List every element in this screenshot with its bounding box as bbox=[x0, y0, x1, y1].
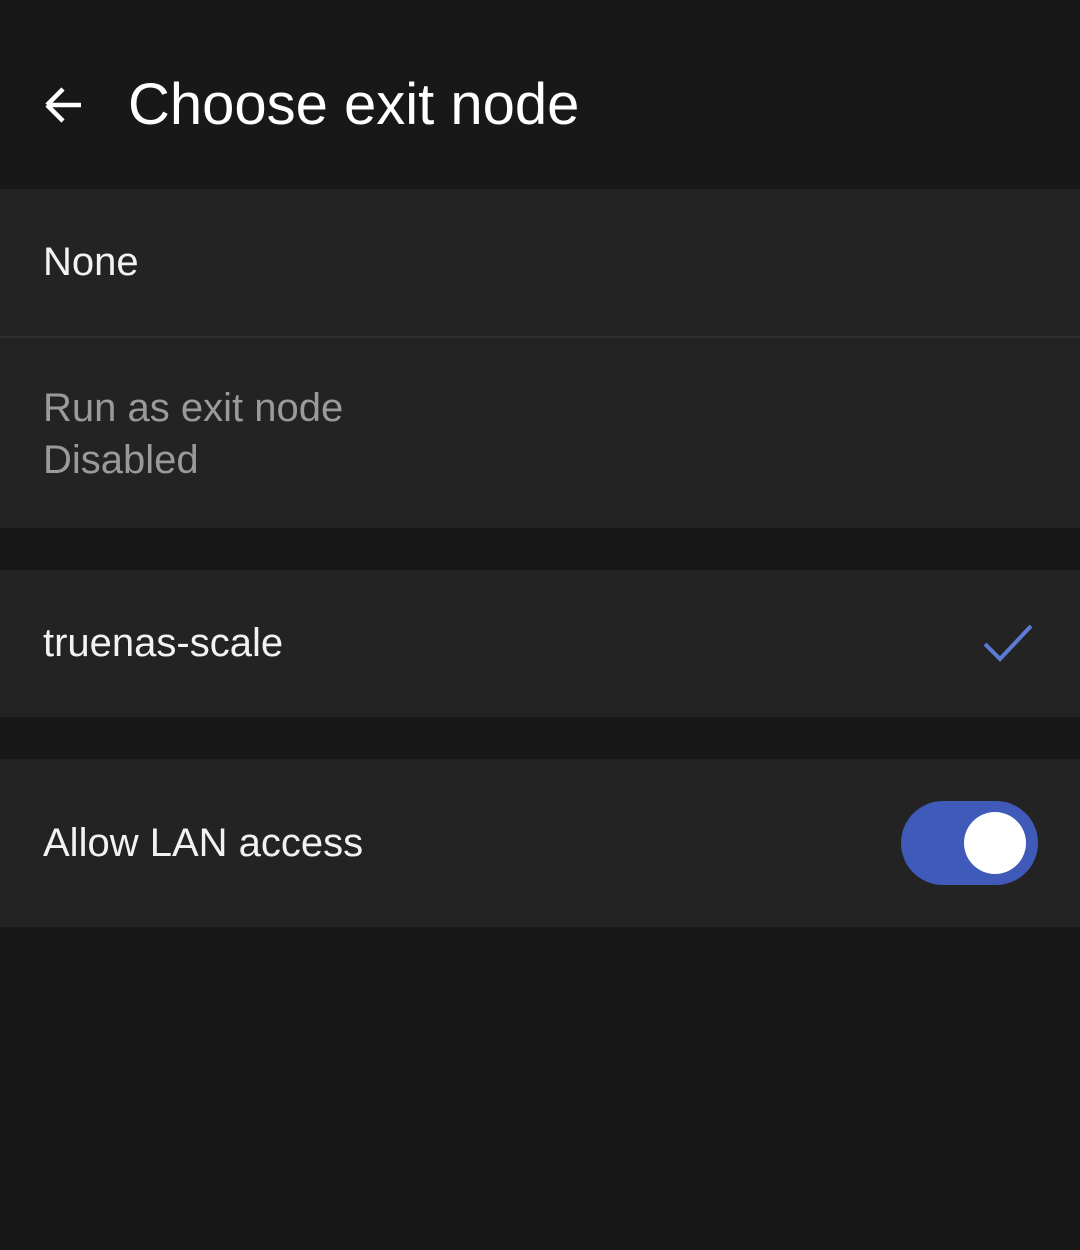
run-as-exit-node-label: Run as exit node bbox=[43, 386, 344, 430]
checkmark-icon bbox=[982, 620, 1034, 668]
toggle-thumb bbox=[964, 812, 1026, 874]
option-run-as-exit-node: Run as exit node Disabled bbox=[0, 338, 1080, 528]
back-button[interactable] bbox=[28, 70, 98, 140]
exit-node-label: truenas-scale bbox=[43, 621, 284, 665]
option-none-label: None bbox=[43, 240, 139, 284]
option-none[interactable]: None bbox=[0, 189, 1080, 336]
app-root: Choose exit node None Run as exit node D… bbox=[0, 0, 1080, 1250]
top-app-bar: Choose exit node bbox=[0, 0, 1080, 188]
allow-lan-access-toggle[interactable] bbox=[901, 801, 1038, 885]
exit-node-item[interactable]: truenas-scale bbox=[0, 570, 1080, 717]
page-title: Choose exit node bbox=[128, 72, 580, 137]
arrow-back-icon bbox=[39, 81, 87, 129]
allow-lan-access-label: Allow LAN access bbox=[43, 821, 364, 865]
allow-lan-access-row[interactable]: Allow LAN access bbox=[0, 759, 1080, 927]
run-as-exit-node-status: Disabled bbox=[43, 438, 199, 482]
